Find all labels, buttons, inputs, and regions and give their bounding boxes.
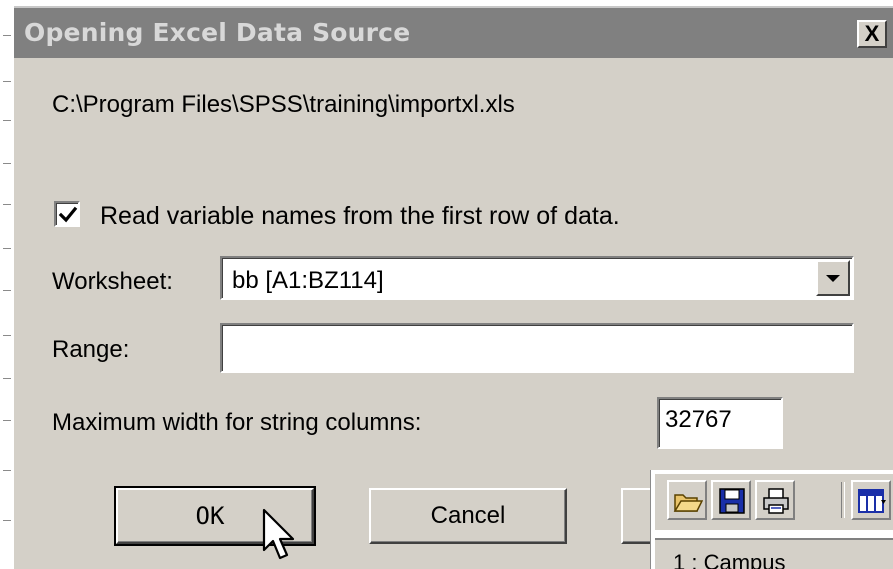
worksheet-label: Worksheet: xyxy=(52,268,173,295)
open-button[interactable] xyxy=(667,480,707,520)
cancel-button-label: Cancel xyxy=(430,502,506,529)
print-button[interactable] xyxy=(755,480,795,520)
worksheet-dropdown-button[interactable] xyxy=(816,260,850,296)
close-icon: X xyxy=(864,21,880,46)
cell-reference-bar[interactable]: 1 : Campus xyxy=(655,538,893,569)
data-view-button[interactable] xyxy=(851,480,891,520)
range-label: Range: xyxy=(52,336,130,363)
open-folder-icon xyxy=(673,494,703,512)
data-editor-toolbar xyxy=(655,472,893,530)
max-width-input[interactable]: 32767 xyxy=(657,397,783,449)
dialog-titlebar[interactable]: Opening Excel Data Source X xyxy=(14,6,893,58)
file-path: C:\Program Files\SPSS\training\importxl.… xyxy=(52,91,515,118)
range-input[interactable] xyxy=(220,323,854,373)
save-button[interactable] xyxy=(711,480,751,520)
cell-reference-text: 1 : Campus xyxy=(673,550,786,569)
checkmark-icon xyxy=(58,206,78,223)
worksheet-value: bb [A1:BZ114] xyxy=(232,267,384,294)
worksheet-combobox[interactable]: bb [A1:BZ114] xyxy=(220,256,854,300)
ok-button-label: OK xyxy=(195,502,225,530)
cancel-button[interactable]: Cancel xyxy=(369,488,567,544)
save-disk-icon xyxy=(719,488,745,514)
close-button[interactable]: X xyxy=(857,20,887,48)
read-variable-names-label[interactable]: Read variable names from the first row o… xyxy=(100,202,620,231)
chevron-down-icon xyxy=(826,275,840,282)
max-width-value: 32767 xyxy=(665,406,732,433)
mouse-cursor-icon xyxy=(262,508,295,560)
dialog-title: Opening Excel Data Source xyxy=(24,18,411,47)
max-width-label: Maximum width for string columns: xyxy=(52,409,422,436)
background-window-edge xyxy=(0,0,14,569)
toolbar-separator xyxy=(841,482,845,518)
data-view-icon xyxy=(858,489,886,513)
read-variable-names-checkbox[interactable] xyxy=(54,201,80,227)
print-icon xyxy=(763,488,789,514)
spss-data-editor-window: 1 : Campus xyxy=(650,470,893,569)
